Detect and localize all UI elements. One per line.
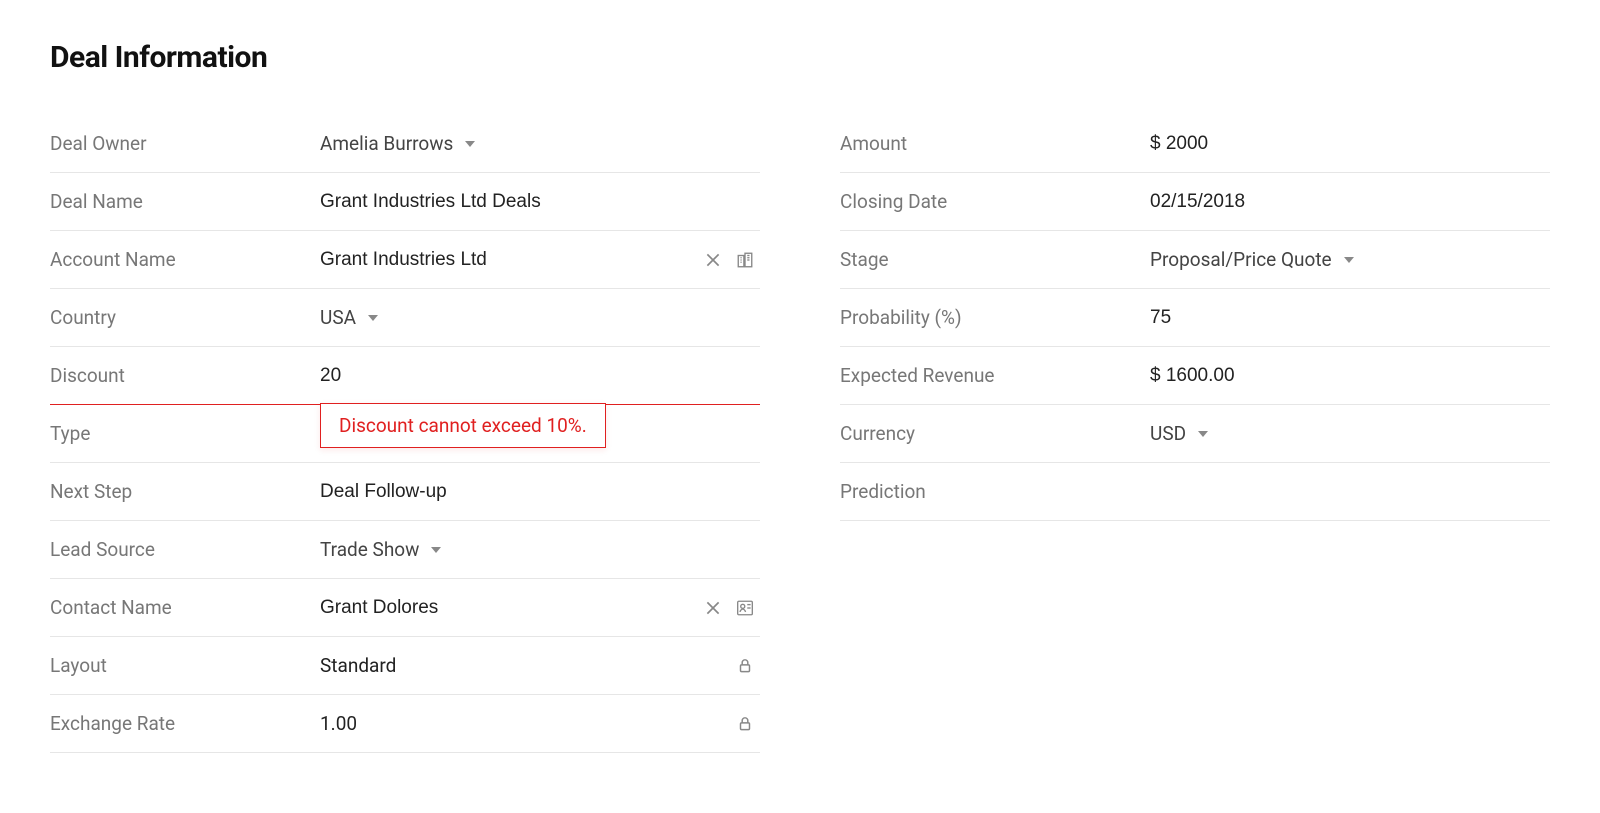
account-name-label: Account Name — [50, 248, 320, 271]
country-value: USA — [320, 306, 356, 329]
caret-down-icon — [1198, 431, 1208, 437]
expected-revenue-row: Expected Revenue — [840, 347, 1550, 405]
caret-down-icon — [368, 315, 378, 321]
stage-value: Proposal/Price Quote — [1150, 248, 1332, 271]
caret-down-icon — [431, 547, 441, 553]
layout-label: Layout — [50, 654, 320, 677]
layout-value: Standard — [320, 648, 396, 683]
currency-select[interactable]: USD — [1150, 422, 1208, 445]
next-step-label: Next Step — [50, 480, 320, 503]
caret-down-icon — [1344, 257, 1354, 263]
deal-name-input[interactable] — [320, 185, 760, 219]
closing-date-label: Closing Date — [840, 190, 1150, 213]
country-select[interactable]: USA — [320, 306, 378, 329]
page-title: Deal Information — [50, 40, 1550, 75]
exchange-rate-row: Exchange Rate 1.00 — [50, 695, 760, 753]
deal-owner-row: Deal Owner Amelia Burrows — [50, 115, 760, 173]
right-column: Amount Closing Date Stage Proposal/Price… — [840, 115, 1550, 753]
amount-label: Amount — [840, 132, 1150, 155]
contact-name-input[interactable] — [320, 591, 704, 625]
clear-icon[interactable] — [704, 599, 722, 617]
contact-lookup-icon[interactable] — [736, 599, 754, 617]
lock-icon — [736, 715, 754, 733]
probability-row: Probability (%) — [840, 289, 1550, 347]
expected-revenue-input[interactable] — [1150, 359, 1550, 393]
next-step-row: Next Step — [50, 463, 760, 521]
stage-select[interactable]: Proposal/Price Quote — [1150, 248, 1354, 271]
contact-name-row: Contact Name — [50, 579, 760, 637]
lead-source-row: Lead Source Trade Show — [50, 521, 760, 579]
layout-row: Layout Standard — [50, 637, 760, 695]
prediction-row: Prediction — [840, 463, 1550, 521]
account-name-row: Account Name — [50, 231, 760, 289]
country-label: Country — [50, 306, 320, 329]
account-name-input[interactable] — [320, 243, 704, 277]
amount-row: Amount — [840, 115, 1550, 173]
closing-date-row: Closing Date — [840, 173, 1550, 231]
discount-label: Discount — [50, 364, 320, 387]
discount-error-tooltip: Discount cannot exceed 10%. — [320, 403, 606, 448]
contact-name-label: Contact Name — [50, 596, 320, 619]
lead-source-label: Lead Source — [50, 538, 320, 561]
expected-revenue-label: Expected Revenue — [840, 364, 1150, 387]
building-lookup-icon[interactable] — [736, 251, 754, 269]
type-label: Type — [50, 422, 320, 445]
country-row: Country USA — [50, 289, 760, 347]
prediction-label: Prediction — [840, 480, 1150, 503]
deal-owner-value: Amelia Burrows — [320, 132, 453, 155]
exchange-rate-label: Exchange Rate — [50, 712, 320, 735]
discount-input[interactable] — [320, 359, 760, 393]
form-columns: Deal Owner Amelia Burrows Deal Name Acco… — [50, 115, 1550, 753]
deal-name-label: Deal Name — [50, 190, 320, 213]
left-column: Deal Owner Amelia Burrows Deal Name Acco… — [50, 115, 760, 753]
caret-down-icon — [465, 141, 475, 147]
probability-input[interactable] — [1150, 301, 1550, 335]
stage-row: Stage Proposal/Price Quote — [840, 231, 1550, 289]
lock-icon — [736, 657, 754, 675]
lead-source-select[interactable]: Trade Show — [320, 538, 441, 561]
deal-name-row: Deal Name — [50, 173, 760, 231]
closing-date-input[interactable] — [1150, 185, 1550, 219]
lead-source-value: Trade Show — [320, 538, 419, 561]
currency-row: Currency USD — [840, 405, 1550, 463]
deal-owner-select[interactable]: Amelia Burrows — [320, 132, 475, 155]
clear-icon[interactable] — [704, 251, 722, 269]
deal-owner-label: Deal Owner — [50, 132, 320, 155]
currency-label: Currency — [840, 422, 1150, 445]
next-step-input[interactable] — [320, 475, 760, 509]
stage-label: Stage — [840, 248, 1150, 271]
currency-value: USD — [1150, 422, 1186, 445]
amount-input[interactable] — [1150, 127, 1550, 161]
exchange-rate-value: 1.00 — [320, 706, 357, 741]
prediction-input[interactable] — [1150, 475, 1550, 509]
discount-row: Discount Discount cannot exceed 10%. — [50, 347, 760, 405]
probability-label: Probability (%) — [840, 306, 1150, 329]
